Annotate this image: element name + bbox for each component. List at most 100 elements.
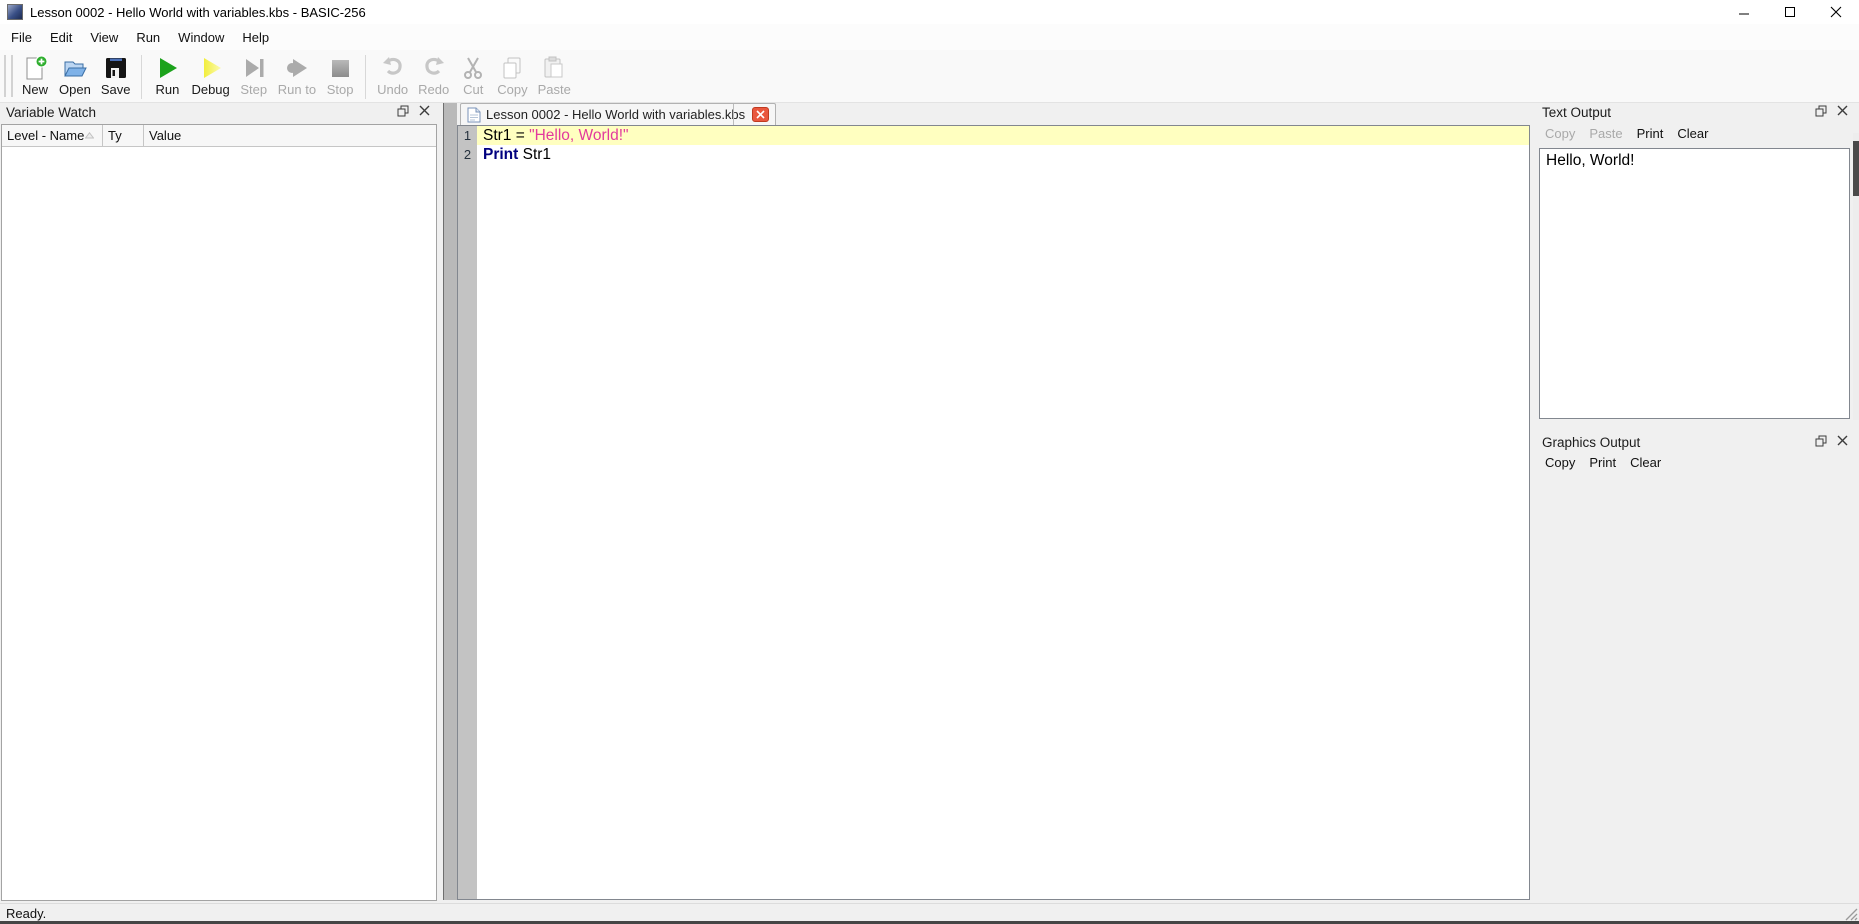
- graphics-output-clear-button[interactable]: Clear: [1630, 455, 1661, 470]
- toolbar-button-run[interactable]: Run: [148, 53, 186, 98]
- float-panel-button[interactable]: [397, 105, 409, 117]
- float-panel-icon: [1815, 435, 1827, 447]
- toolbar-button-copy[interactable]: Copy: [492, 53, 532, 98]
- toolbar-button-open[interactable]: Open: [54, 53, 96, 98]
- resize-grip[interactable]: [1842, 905, 1858, 921]
- close-panel-icon: [1837, 105, 1848, 116]
- toolbar-separator: [141, 55, 143, 99]
- close-panel-button[interactable]: [1837, 435, 1848, 447]
- vertical-splitter[interactable]: [443, 103, 457, 900]
- toolbar-drag-handle[interactable]: [4, 55, 13, 97]
- toolbar-label: Debug: [191, 82, 230, 97]
- document-icon: [467, 107, 481, 122]
- line-number-gutter: 1 2: [458, 126, 477, 899]
- column-header-level-name[interactable]: Level - Name: [2, 125, 103, 146]
- code-line: Print Str1: [477, 145, 1529, 164]
- menu-file[interactable]: File: [2, 26, 41, 49]
- text-output-print-button[interactable]: Print: [1637, 126, 1664, 141]
- toolbar-label: Undo: [377, 82, 409, 97]
- maximize-icon: [1785, 7, 1795, 17]
- toolbar-button-cut[interactable]: Cut: [454, 53, 492, 98]
- toolbar-button-step[interactable]: Step: [235, 53, 273, 98]
- undo-icon: [382, 57, 402, 75]
- tab-close-button[interactable]: [752, 107, 770, 122]
- menu-bar: File Edit View Run Window Help: [0, 24, 1859, 50]
- toolbar-button-undo[interactable]: Undo: [372, 53, 413, 98]
- scrollbar-thumb[interactable]: [1853, 141, 1859, 196]
- toolbar-label: Open: [59, 82, 91, 97]
- text-output-clear-button[interactable]: Clear: [1677, 126, 1708, 141]
- status-bar: Ready.: [0, 903, 1859, 921]
- graphics-output-copy-button[interactable]: Copy: [1545, 455, 1575, 470]
- editor-tab-label: Lesson 0002 - Hello World with variables…: [486, 107, 746, 122]
- variable-watch-body[interactable]: [2, 147, 436, 900]
- minimize-button[interactable]: [1721, 0, 1767, 24]
- run-icon: [160, 58, 178, 78]
- tab-bar-divider: [733, 104, 734, 125]
- window-title: Lesson 0002 - Hello World with variables…: [30, 4, 366, 20]
- stop-icon: [332, 60, 350, 77]
- variable-watch-controls: [397, 105, 430, 117]
- menu-help[interactable]: Help: [233, 26, 278, 49]
- graphics-output-title: Graphics Output: [1542, 435, 1641, 450]
- text-output-toolbar: Copy Paste Print Clear: [1545, 126, 1708, 141]
- graphics-output-controls: [1815, 435, 1848, 447]
- toolbar-button-debug[interactable]: Debug: [186, 53, 234, 98]
- step-icon: [245, 59, 264, 77]
- toolbar-button-save[interactable]: Save: [96, 53, 136, 98]
- toolbar-label: Save: [100, 82, 131, 97]
- variable-watch-header: Level - Name Ty Value: [2, 125, 436, 147]
- toolbar-label: New: [21, 82, 48, 97]
- minimize-icon: [1739, 13, 1749, 15]
- title-bar: Lesson 0002 - Hello World with variables…: [0, 0, 1859, 24]
- text-output-copy-button[interactable]: Copy: [1545, 126, 1575, 141]
- text-output-content[interactable]: Hello, World!: [1539, 148, 1850, 419]
- toolbar-button-new[interactable]: New: [16, 53, 54, 98]
- maximize-button[interactable]: [1767, 0, 1813, 24]
- column-header-type[interactable]: Ty: [103, 125, 144, 146]
- toolbar-button-run-to[interactable]: Run to: [273, 53, 321, 98]
- graphics-output-toolbar: Copy Print Clear: [1545, 455, 1661, 470]
- variable-watch-panel: Variable Watch Level - Name Ty Value: [0, 103, 443, 903]
- float-panel-button[interactable]: [1815, 435, 1827, 447]
- text-output-controls: [1815, 105, 1848, 117]
- new-file-icon: [26, 55, 48, 80]
- code-line: Str1 = "Hello, World!": [477, 126, 1529, 145]
- menu-window[interactable]: Window: [169, 26, 233, 49]
- variable-watch-title: Variable Watch: [6, 105, 97, 120]
- toolbar-label: Step: [240, 82, 268, 97]
- close-panel-button[interactable]: [1837, 105, 1848, 117]
- close-panel-button[interactable]: [419, 105, 430, 117]
- code-editor[interactable]: 1 2 Str1 = "Hello, World!" Print Str1: [457, 125, 1530, 900]
- cut-icon: [464, 57, 483, 79]
- code-token-string: "Hello, World!": [529, 127, 629, 144]
- variable-watch-table: Level - Name Ty Value: [1, 124, 437, 901]
- status-message: Ready.: [6, 906, 47, 921]
- tab-close-icon: [756, 110, 765, 119]
- toolbar-label: Paste: [537, 82, 571, 97]
- menu-run[interactable]: Run: [127, 26, 169, 49]
- save-floppy-icon: [105, 58, 126, 78]
- toolbar-label: Stop: [326, 82, 354, 97]
- open-folder-icon: [64, 61, 87, 77]
- text-output-scrollbar[interactable]: [1853, 133, 1859, 420]
- editor-tab-bar: Lesson 0002 - Hello World with variables…: [457, 103, 1530, 125]
- float-panel-button[interactable]: [1815, 105, 1827, 117]
- toolbar-button-stop[interactable]: Stop: [321, 53, 359, 98]
- text-output-panel: Text Output Copy Paste Print Clear Hello…: [1537, 103, 1859, 420]
- toolbar-button-paste[interactable]: Paste: [533, 53, 576, 98]
- close-button[interactable]: [1813, 0, 1859, 24]
- code-area[interactable]: Str1 = "Hello, World!" Print Str1: [477, 126, 1529, 899]
- column-header-value[interactable]: Value: [144, 125, 436, 146]
- menu-view[interactable]: View: [81, 26, 127, 49]
- editor-tab[interactable]: Lesson 0002 - Hello World with variables…: [460, 103, 777, 125]
- graphics-output-print-button[interactable]: Print: [1589, 455, 1616, 470]
- menu-edit[interactable]: Edit: [41, 26, 81, 49]
- app-icon: [7, 4, 23, 20]
- text-output-paste-button[interactable]: Paste: [1589, 126, 1622, 141]
- code-token: Str1: [518, 146, 552, 163]
- code-token-keyword: Print: [483, 146, 519, 163]
- toolbar-button-redo[interactable]: Redo: [413, 53, 454, 98]
- main-toolbar: New Open Save Run Debug Step Run to Stop…: [0, 50, 1859, 103]
- text-output-title: Text Output: [1542, 105, 1612, 120]
